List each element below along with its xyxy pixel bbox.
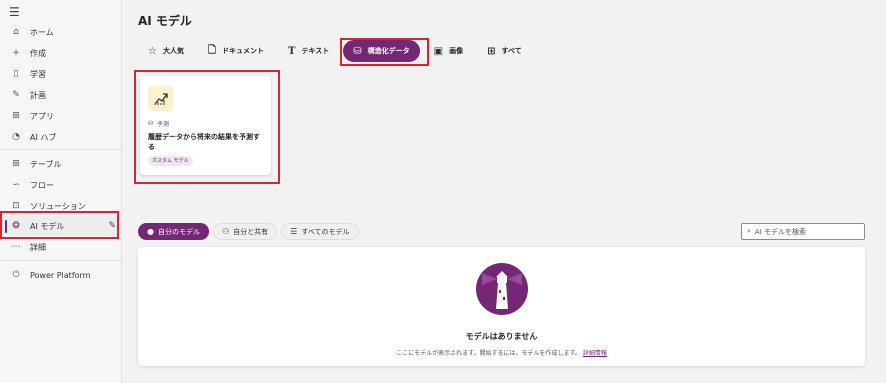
left-navigation: ☰ ⌂ ホーム + 作成 ▯ 学習 ✎ 計画 ⊞ アプリ ◔ AI ハブ ⊞ テ… (0, 0, 122, 383)
tab-popular[interactable]: ☆ 大人気 (138, 40, 194, 62)
sidebar-item-more[interactable]: ⋯ 詳細 (0, 237, 122, 257)
card-title: 履歴データから将来の結果を予測する (148, 133, 260, 151)
sidebar-item-power-platform[interactable]: ⏻ Power Platform (0, 265, 122, 285)
sidebar-item-label: フロー (30, 180, 54, 190)
image-icon: ▣ (433, 45, 444, 57)
filter-label: 自分のモデル (157, 227, 200, 236)
page-title: AI モデル (138, 14, 192, 28)
tab-document[interactable]: 🗋 ドキュメント (197, 40, 275, 62)
people-icon: ⚇ (221, 227, 230, 236)
plan-icon: ✎ (12, 90, 20, 100)
sidebar-item-label: アプリ (30, 111, 54, 121)
apps-icon: ⊞ (12, 111, 20, 121)
ai-model-icon: ❂ (12, 221, 20, 231)
search-placeholder: AI モデルを検索 (754, 227, 806, 236)
star-icon: ☆ (148, 45, 157, 57)
tab-label: 大人気 (162, 47, 184, 55)
table-icon: ⊞ (12, 159, 20, 169)
tab-label: テキスト (301, 47, 330, 55)
sidebar-item-ai-models[interactable]: ❂ AI モデル ✎ (0, 216, 122, 236)
database-icon: ⛁ (353, 45, 362, 57)
sidebar-item-learn[interactable]: ▯ 学習 (0, 64, 122, 84)
filter-label: すべてのモデル (301, 227, 350, 236)
database-icon: ⛁ (148, 120, 154, 127)
sidebar-item-tables[interactable]: ⊞ テーブル (0, 154, 122, 174)
learn-more-link[interactable]: 詳細情報 (583, 350, 607, 357)
sidebar-item-label: ホーム (30, 27, 54, 37)
sidebar-item-plan[interactable]: ✎ 計画 (0, 85, 122, 105)
solution-icon: ⊡ (12, 201, 20, 211)
list-icon: ☰ (290, 227, 298, 236)
sidebar-item-ai-hub[interactable]: ◔ AI ハブ (0, 127, 122, 147)
search-icon: ⌕ (747, 227, 751, 235)
empty-state-description: ここにモデルが表示されます。開始するには、モデルを作成します。 詳細情報 (138, 348, 865, 357)
tab-label: ドキュメント (222, 47, 265, 55)
card-type: ⛁ 予測 (148, 119, 169, 128)
filter-label: 自分と共有 (233, 227, 269, 236)
model-search-input[interactable]: ⌕ AI モデルを検索 (741, 223, 865, 240)
filter-shared-with-me[interactable]: ⚇ 自分と共有 (212, 223, 278, 240)
filter-all-models[interactable]: ☰ すべてのモデル (281, 223, 359, 240)
sidebar-divider (0, 149, 122, 150)
lighthouse-illustration (476, 263, 528, 315)
tab-label: 画像 (449, 47, 464, 55)
sidebar-item-label: 計画 (30, 90, 46, 100)
custom-model-badge: カスタム モデル (148, 156, 193, 166)
power-platform-icon: ⏻ (12, 270, 20, 280)
trend-chart-icon (148, 86, 173, 111)
tab-structured-data[interactable]: ⛁ 構造化データ (343, 40, 420, 62)
document-icon: 🗋 (207, 44, 217, 56)
plus-icon: + (12, 48, 20, 58)
sidebar-item-create[interactable]: + 作成 (0, 43, 122, 63)
sidebar-divider (0, 260, 122, 261)
category-tabs: ☆ 大人気 🗋 ドキュメント T テキスト ⛁ 構造化データ ▣ 画像 ⊞ すべ… (138, 40, 532, 62)
home-icon: ⌂ (13, 27, 19, 37)
sidebar-item-label: AI ハブ (30, 132, 57, 142)
model-filter-tabs: ● 自分のモデル ⚇ 自分と共有 ☰ すべてのモデル (138, 223, 359, 240)
tab-image[interactable]: ▣ 画像 (423, 40, 474, 62)
book-icon: ▯ (13, 69, 19, 79)
sidebar-item-label: 作成 (30, 48, 46, 58)
sidebar-item-label: Power Platform (30, 270, 91, 280)
ai-hub-icon: ◔ (12, 132, 20, 142)
tab-text[interactable]: T テキスト (278, 40, 340, 62)
tab-label: 構造化データ (367, 47, 410, 55)
text-icon: T (288, 45, 296, 57)
sidebar-item-label: AI モデル (30, 221, 65, 231)
more-icon: ⋯ (11, 242, 21, 252)
empty-state-title: モデルはありません (465, 332, 538, 341)
person-icon: ● (147, 227, 154, 236)
tab-all[interactable]: ⊞ すべて (477, 40, 532, 62)
tab-label: すべて (501, 47, 522, 55)
card-type-label: 予測 (157, 121, 170, 128)
sidebar-item-home[interactable]: ⌂ ホーム (0, 22, 122, 42)
sidebar-item-solutions[interactable]: ⊡ ソリューション (0, 196, 122, 216)
filter-my-models[interactable]: ● 自分のモデル (138, 223, 209, 240)
grid-icon: ⊞ (487, 45, 496, 57)
sidebar-item-label: テーブル (30, 159, 62, 169)
flow-icon: ∽ (12, 180, 20, 190)
sidebar-item-label: 詳細 (30, 242, 46, 252)
hamburger-menu-icon[interactable]: ☰ (9, 5, 23, 19)
sidebar-item-apps[interactable]: ⊞ アプリ (0, 106, 122, 126)
sidebar-item-flows[interactable]: ∽ フロー (0, 175, 122, 195)
pin-icon[interactable]: ✎ (108, 221, 116, 231)
models-list-panel: モデルはありません ここにモデルが表示されます。開始するには、モデルを作成します… (138, 247, 865, 366)
sidebar-item-label: 学習 (30, 69, 46, 79)
empty-state-text: ここにモデルが表示されます。開始するには、モデルを作成します。 (396, 350, 581, 357)
prediction-model-card[interactable]: ⛁ 予測 履歴データから将来の結果を予測する カスタム モデル (140, 76, 271, 175)
sidebar-item-label: ソリューション (30, 201, 86, 211)
